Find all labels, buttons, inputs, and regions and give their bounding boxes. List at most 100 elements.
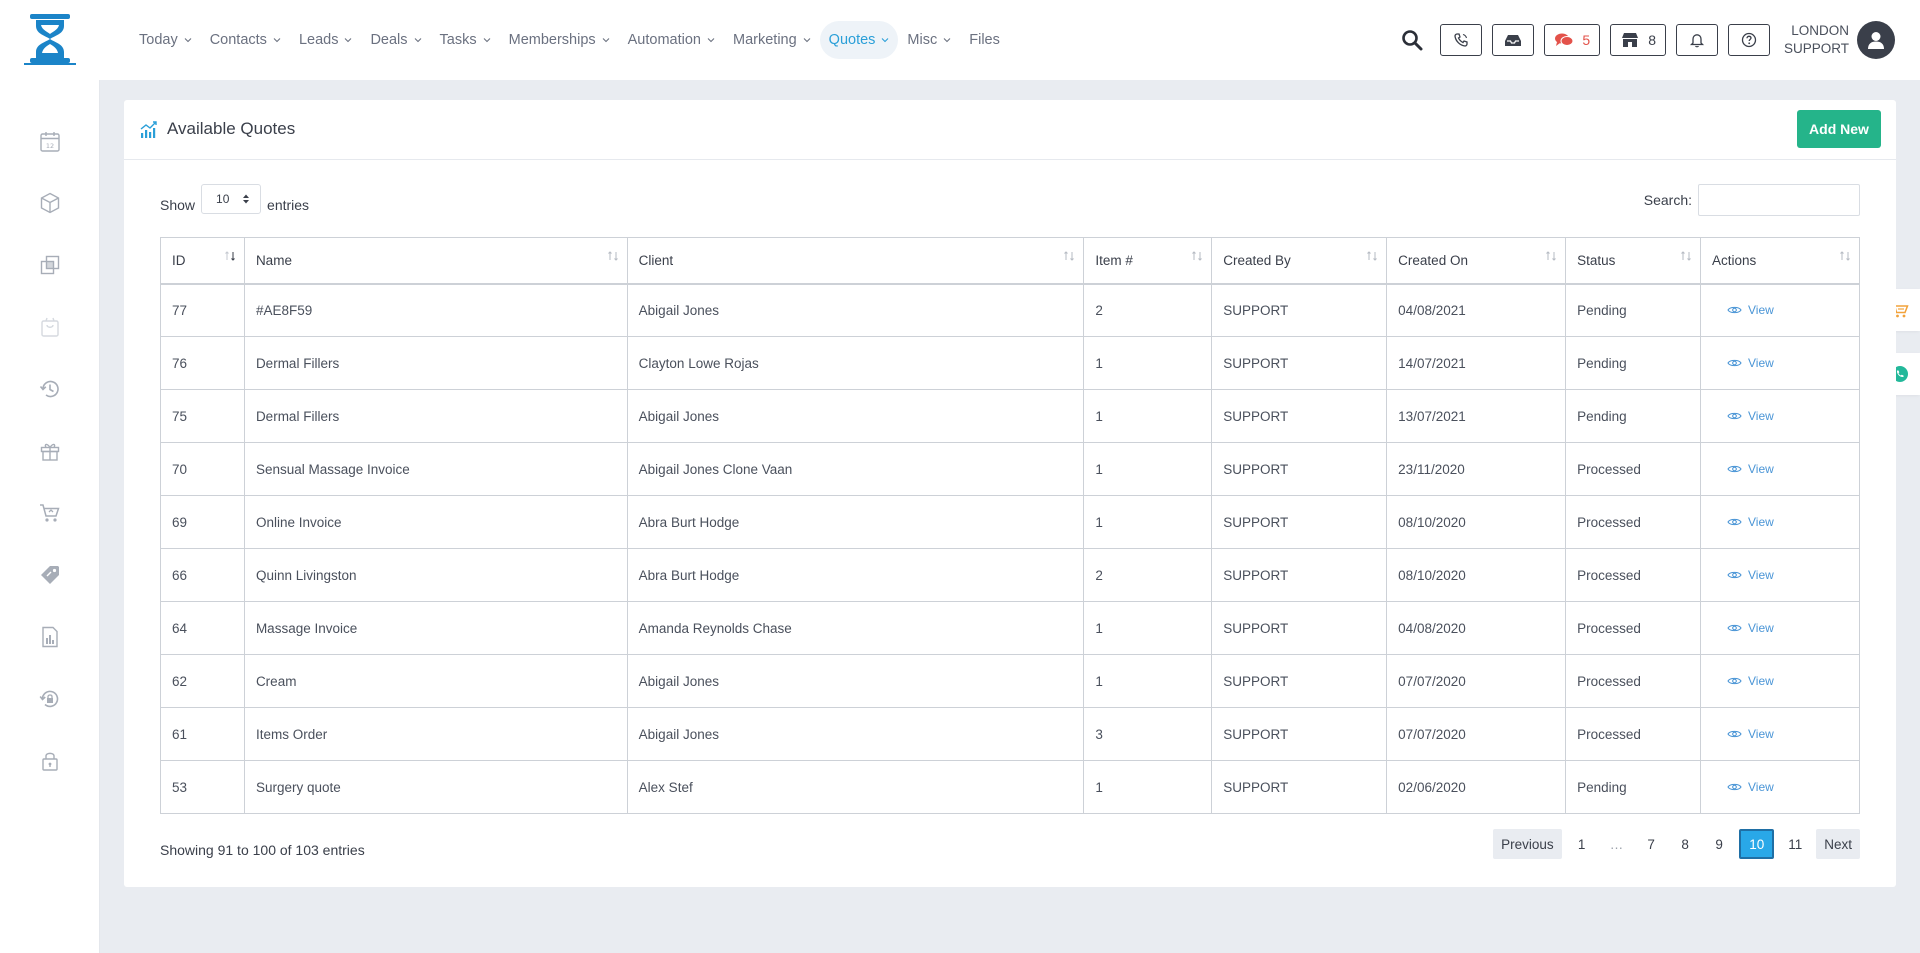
nav-item-label: Deals [370,32,408,48]
table-row[interactable]: 69 Online Invoice Abra Burt Hodge 1 SUPPORT 0… [160,495,1860,549]
page-size-control: Show 10 entries [160,184,310,220]
history-icon[interactable] [38,377,62,401]
hourglass-logo-icon[interactable] [24,12,76,66]
nav-item-deals[interactable]: Deals [361,21,430,59]
column-header-actions[interactable]: Actions [1700,237,1860,285]
cell-status: Processed [1565,601,1702,655]
phone-icon [1454,33,1469,47]
view-link[interactable]: View [1727,303,1774,317]
previous-page-button[interactable]: Previous [1493,829,1562,859]
view-link[interactable]: View [1727,780,1774,794]
user-location: LONDON [1791,23,1849,38]
notifications-button[interactable] [1675,24,1718,56]
view-link[interactable]: View [1727,462,1774,476]
search-icon[interactable] [1400,28,1424,52]
tag-icon[interactable] [38,563,62,587]
cart-icon[interactable] [38,501,62,525]
table-row[interactable]: 70 Sensual Massage Invoice Abigail Jones C… [160,442,1860,496]
view-link[interactable]: View [1727,356,1774,370]
page-button-8[interactable]: 8 [1671,829,1699,859]
quotes-card: Available Quotes Add New Show 10 entries… [124,100,1896,887]
eye-icon [1727,306,1742,313]
table-row[interactable]: 64 Massage Invoice Amanda Reynolds Chase 1 S… [160,601,1860,655]
view-link[interactable]: View [1727,409,1774,423]
messages-button[interactable]: 5 [1544,24,1601,56]
page-button-7[interactable]: 7 [1637,829,1665,859]
view-link[interactable]: View [1727,674,1774,688]
cell-created-by: SUPPORT [1211,442,1388,496]
report-icon[interactable] [38,625,62,649]
view-link[interactable]: View [1727,515,1774,529]
nav-item-tasks[interactable]: Tasks [431,21,500,59]
column-header-name[interactable]: Name [243,237,628,285]
gift-icon[interactable] [38,439,62,463]
column-header-status[interactable]: Status [1565,237,1702,285]
page-size-value: 10 [216,192,230,206]
user-role: SUPPORT [1783,41,1849,56]
column-header-item[interactable]: Item # [1083,237,1213,285]
nav-item-contacts[interactable]: Contacts [201,21,290,59]
lock-circle-icon[interactable] [38,687,62,711]
nav-item-quotes[interactable]: Quotes [819,21,899,59]
padlock-icon[interactable] [38,749,62,773]
store-button[interactable]: 8 [1610,24,1666,56]
search-input[interactable] [1698,184,1860,216]
table-row[interactable]: 77 #AE8F59 Abigail Jones 2 SUPPORT 04/08/2021… [160,283,1860,337]
column-header-id[interactable]: ID [160,237,245,285]
inbox-button[interactable] [1492,24,1535,56]
table-row[interactable]: 66 Quinn Livingston Abra Burt Hodge 2 SUPPOR… [160,548,1860,602]
phone-button[interactable] [1440,24,1483,56]
sort-icon [607,251,618,261]
nav-item-today[interactable]: Today [130,21,201,59]
next-page-button[interactable]: Next [1816,829,1860,859]
avatar[interactable] [1857,21,1895,59]
table-row[interactable]: 53 Surgery quote Alex Stef 1 SUPPORT 02/06/20… [160,760,1860,814]
cell-name: Massage Invoice [243,601,628,655]
view-link[interactable]: View [1727,727,1774,741]
nav-item-leads[interactable]: Leads [290,21,362,59]
column-header-client[interactable]: Client [626,237,1085,285]
add-new-button[interactable]: Add New [1797,110,1881,148]
view-link[interactable]: View [1727,621,1774,635]
cell-status: Pending [1565,283,1702,337]
column-header-created-by[interactable]: Created By [1211,237,1388,285]
cell-actions: View [1700,601,1860,655]
entries-label: entries [267,197,310,213]
page-button-10[interactable]: 10 [1739,829,1775,859]
nav-item-automation[interactable]: Automation [619,21,724,59]
view-label: View [1748,567,1774,582]
nav-item-memberships[interactable]: Memberships [500,21,619,59]
box-icon[interactable] [38,191,62,215]
table-row[interactable]: 76 Dermal Fillers Clayton Lowe Rojas 1 SUPPO… [160,336,1860,390]
view-label: View [1748,673,1774,688]
cell-name: Dermal Fillers [243,336,628,390]
table-row[interactable]: 62 Cream Abigail Jones 1 SUPPORT 07/07/2020 Pr… [160,654,1860,708]
nav-item-marketing[interactable]: Marketing [724,21,820,59]
eye-icon [1727,783,1742,790]
view-link[interactable]: View [1727,568,1774,582]
page-button-1[interactable]: 1 [1568,829,1596,859]
page-button-11[interactable]: 11 [1780,829,1810,859]
calendar-icon[interactable]: 12 [38,130,62,154]
nav-item-misc[interactable]: Misc [898,21,960,59]
view-label: View [1748,514,1774,529]
help-button[interactable] [1727,24,1770,56]
eye-icon [1727,730,1742,737]
messages-count: 5 [1582,32,1591,48]
cell-status: Pending [1565,760,1702,814]
table-row[interactable]: 75 Dermal Fillers Abigail Jones 1 SUPPORT 13/… [160,389,1860,443]
table-row[interactable]: 61 Items Order Abigail Jones 3 SUPPORT 07/07/… [160,707,1860,761]
sidebar: 12 [0,80,100,953]
column-header-created-on[interactable]: Created On [1386,237,1567,285]
nav-item-label: Tasks [439,32,477,48]
layers-icon[interactable] [38,253,62,277]
bag-icon[interactable] [38,315,62,339]
cell-id: 64 [160,601,245,655]
sort-icon [1840,251,1850,261]
user-label[interactable]: LONDON SUPPORT [1784,22,1849,58]
cell-id: 66 [160,548,245,602]
page-size-select[interactable]: 10 [201,184,262,214]
table-header-row: ID Name Client Item # Created By Created On St… [160,237,1860,285]
page-button-9[interactable]: 9 [1705,829,1733,859]
nav-item-files[interactable]: Files [960,21,1009,59]
